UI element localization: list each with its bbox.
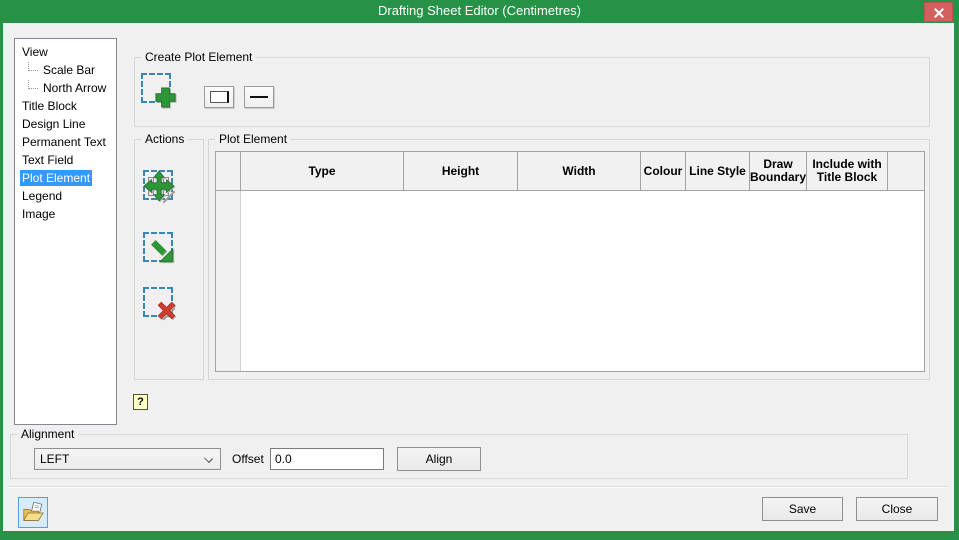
offset-label: Offset <box>232 452 264 466</box>
offset-input[interactable] <box>270 448 384 470</box>
column-header-colour: Colour <box>641 152 686 190</box>
sidebar-item-view[interactable]: View <box>15 43 116 61</box>
sidebar-item-label: Text Field <box>22 153 74 167</box>
move-element-button[interactable] <box>143 170 183 214</box>
sidebar-item-scale-bar[interactable]: Scale Bar <box>15 61 116 79</box>
column-header-blank <box>216 152 241 190</box>
tree-branch-icon <box>28 62 38 71</box>
sidebar-item-label: Image <box>22 207 56 221</box>
open-file-button[interactable] <box>18 497 48 528</box>
plot-table-header: Type Height Width Colour Line Style Draw Boun… <box>216 152 924 191</box>
close-window-button[interactable] <box>924 2 953 22</box>
sidebar-item-title-block[interactable]: Title Block <box>15 97 116 115</box>
window-title: Drafting Sheet Editor (Centimetres) <box>377 3 582 18</box>
plot-element-grid[interactable]: Type Height Width Colour Line Style Draw Boun… <box>215 151 925 372</box>
plus-icon <box>155 87 176 108</box>
rectangle-icon <box>209 91 229 103</box>
help-button[interactable]: ? <box>133 394 148 410</box>
rectangle-element-button[interactable] <box>204 86 234 108</box>
save-button[interactable]: Save <box>762 497 843 521</box>
sidebar-tree[interactable]: View Scale Bar North Arrow Title Block Desig… <box>14 38 117 425</box>
plot-element-group: Plot Element Type Height Width Colour Line S… <box>208 132 930 380</box>
alignment-select[interactable]: LEFT <box>34 448 221 470</box>
close-icon <box>934 8 944 18</box>
sidebar-item-label: Title Block <box>22 99 77 113</box>
column-header-include-with-title-block: Include with Title Block <box>807 152 888 190</box>
sidebar-item-north-arrow[interactable]: North Arrow <box>15 79 116 97</box>
column-header-type: Type <box>241 152 404 190</box>
tree-branch-icon <box>28 80 38 89</box>
drafting-sheet-editor-dialog: Drafting Sheet Editor (Centimetres) View… <box>0 0 959 540</box>
close-button[interactable]: Close <box>856 497 938 521</box>
resize-element-button[interactable] <box>143 232 183 276</box>
delete-element-button[interactable] <box>143 287 183 331</box>
line-element-button[interactable] <box>244 86 274 108</box>
column-header-line-style: Line Style <box>686 152 750 190</box>
add-plot-element-button[interactable] <box>141 73 181 117</box>
sidebar-item-text-field[interactable]: Text Field <box>15 151 116 169</box>
footer-separator <box>8 486 948 488</box>
actions-group: Actions <box>134 132 204 380</box>
plot-table-body[interactable] <box>216 191 924 371</box>
create-plot-element-group: Create Plot Element <box>134 50 930 127</box>
diagonal-arrow-icon <box>151 240 174 263</box>
column-header-height: Height <box>404 152 518 190</box>
sidebar-item-design-line[interactable]: Design Line <box>15 115 116 133</box>
actions-title: Actions <box>141 132 189 146</box>
chevron-down-icon <box>204 454 213 463</box>
column-header-draw-boundary: Draw Boundary <box>750 152 807 190</box>
sidebar-item-label: North Arrow <box>43 81 107 95</box>
create-plot-element-title: Create Plot Element <box>141 50 257 64</box>
dialog-client-area: View Scale Bar North Arrow Title Block Desig… <box>3 23 954 531</box>
sidebar-item-label: Permanent Text <box>22 135 106 149</box>
sidebar-item-label: Design Line <box>22 117 86 131</box>
alignment-selected-value: LEFT <box>40 452 70 466</box>
sidebar-item-image[interactable]: Image <box>15 205 116 223</box>
alignment-group: Alignment LEFT Offset Align <box>10 427 908 479</box>
open-folder-icon <box>23 501 44 521</box>
column-header-width: Width <box>518 152 641 190</box>
sidebar-item-label: View <box>22 45 48 59</box>
line-icon <box>250 96 268 98</box>
sidebar-item-label: Scale Bar <box>43 63 96 77</box>
sidebar-item-label: Plot Element <box>20 170 93 186</box>
plot-element-title: Plot Element <box>215 132 292 146</box>
sidebar-item-legend[interactable]: Legend <box>15 187 116 205</box>
titlebar[interactable]: Drafting Sheet Editor (Centimetres) <box>0 0 959 23</box>
row-header-column <box>216 191 241 371</box>
sidebar-item-permanent-text[interactable]: Permanent Text <box>15 133 116 151</box>
alignment-title: Alignment <box>17 427 79 441</box>
sidebar-item-plot-element[interactable]: Plot Element <box>15 169 116 187</box>
help-icon: ? <box>137 396 144 408</box>
align-button[interactable]: Align <box>397 447 481 471</box>
column-header-blank <box>888 152 924 190</box>
red-x-icon <box>157 301 176 320</box>
sidebar-item-label: Legend <box>22 189 63 203</box>
